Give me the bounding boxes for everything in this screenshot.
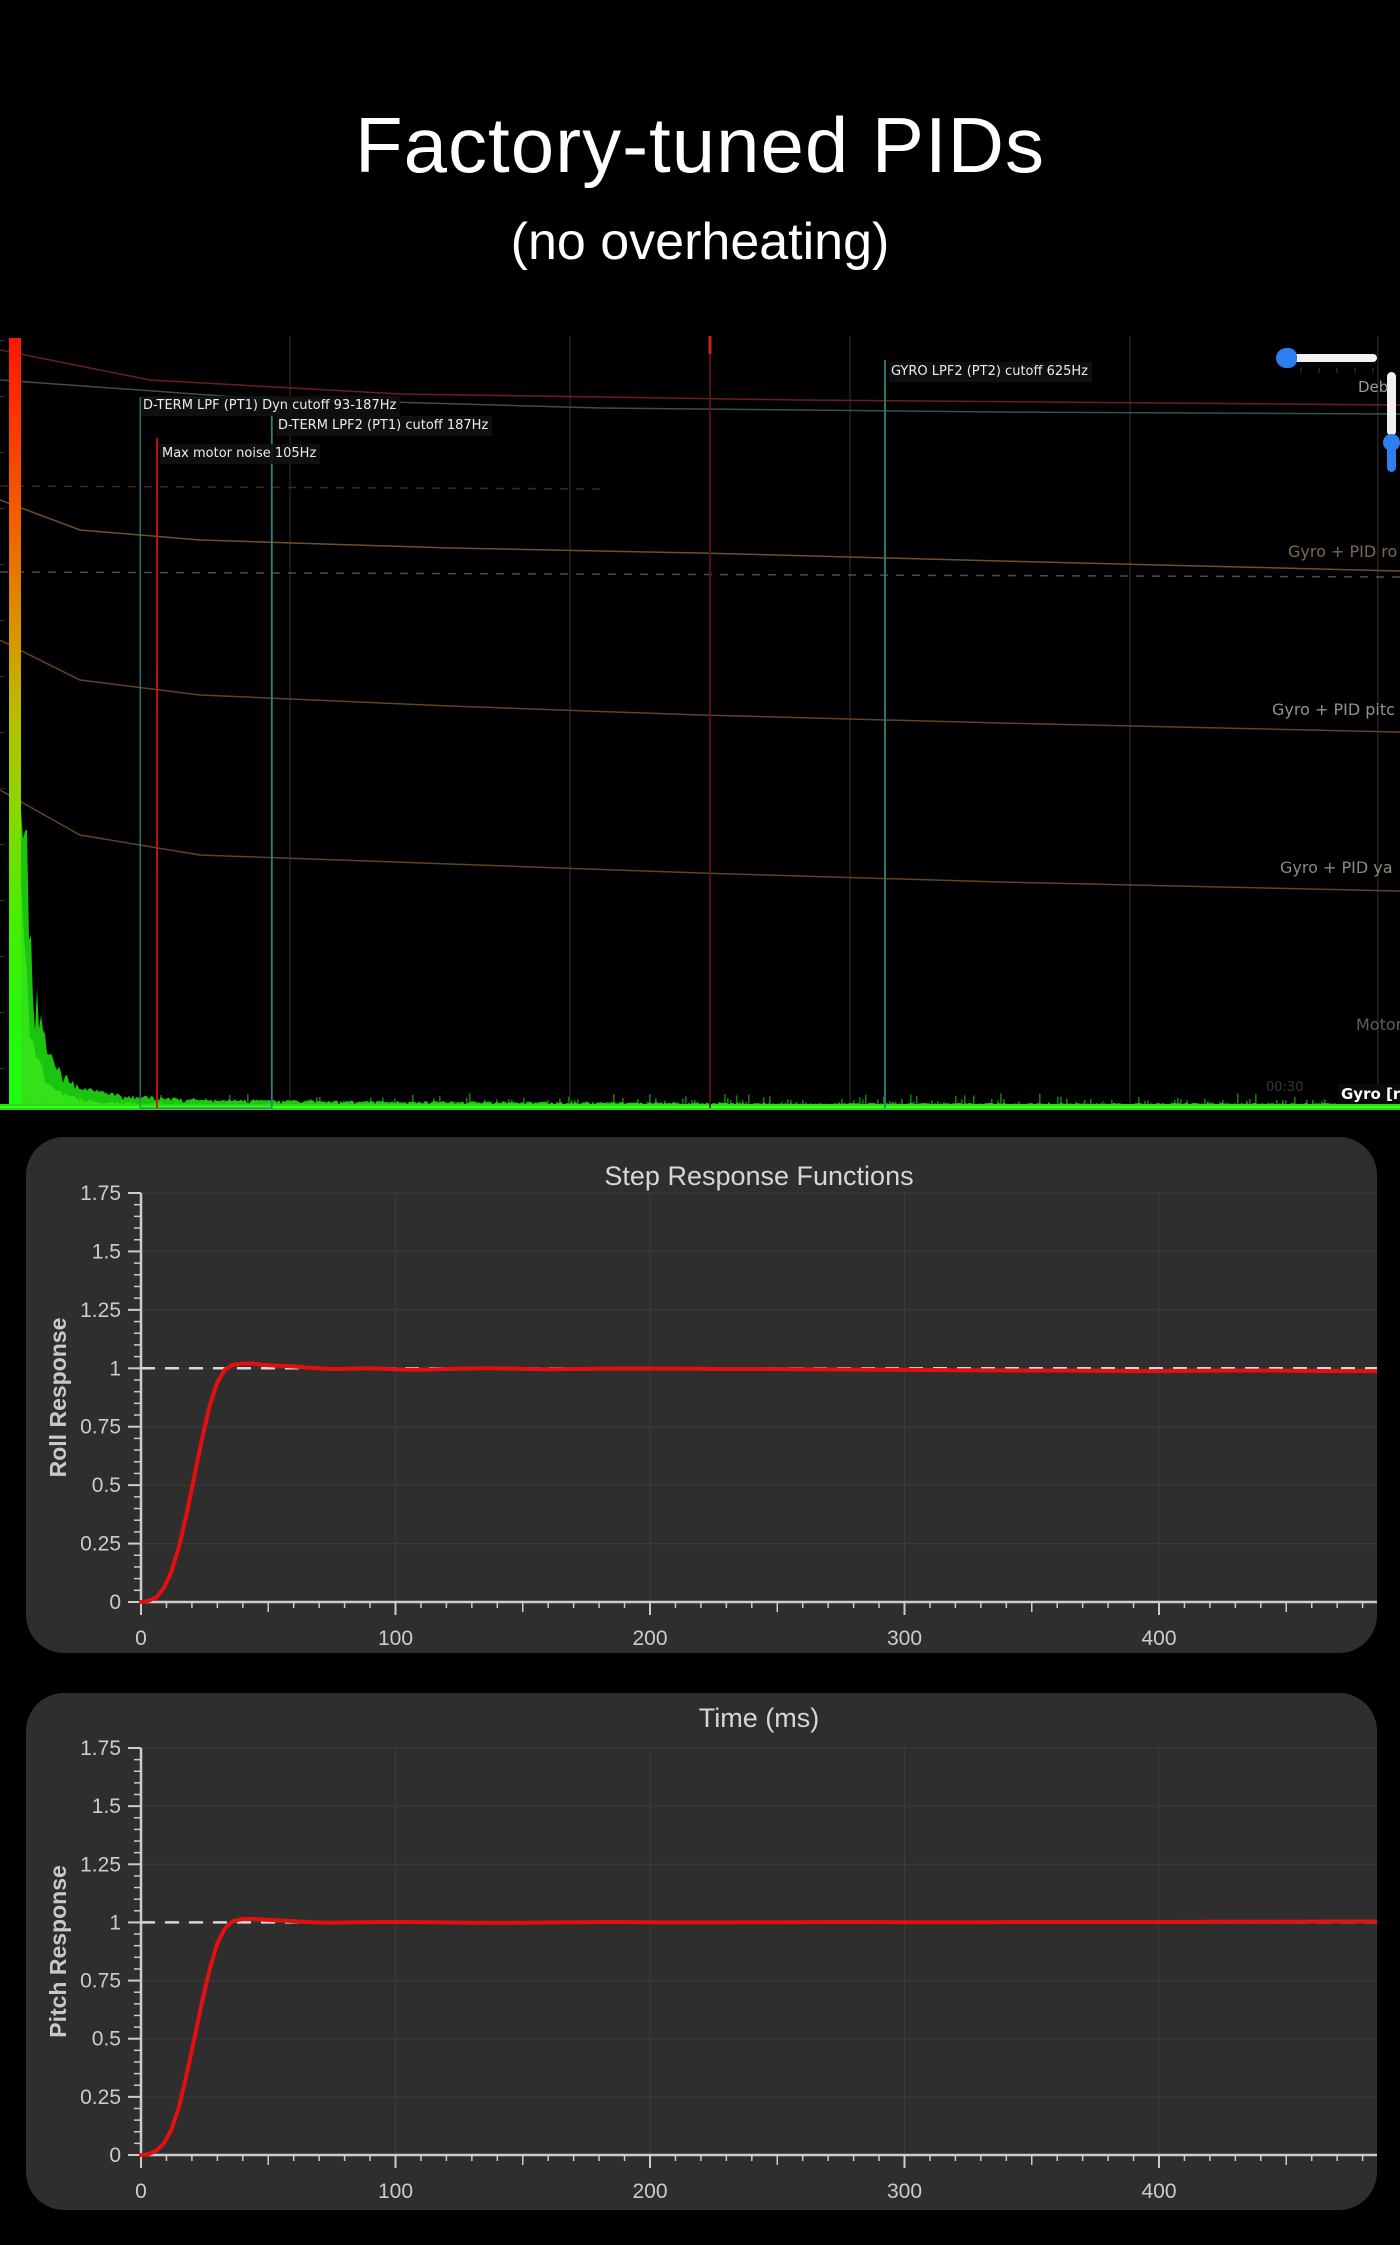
filter-cutoff-label: D-TERM LPF (PT1) Dyn cutoff 93-187Hz (141, 396, 400, 416)
y-tick-label: 0.25 (80, 1533, 121, 1556)
page-title: Factory-tuned PIDs (0, 100, 1400, 191)
y-tick-label: 0 (109, 2144, 121, 2167)
page: Factory-tuned PIDs (no overheating) D-TE… (0, 0, 1400, 2245)
trace-label: Gyro + PID pitc (1272, 700, 1395, 719)
y-tick-label: 0.5 (92, 2028, 121, 2051)
x-tick-label: 0 (135, 2180, 147, 2203)
trace-dashed-red (0, 486, 600, 489)
y-tick-label: 0.75 (80, 1416, 121, 1439)
x-tick-label: 100 (378, 1627, 413, 1650)
trace-label: Gyro + PID ya (1280, 858, 1393, 877)
spectrum-colorbar (9, 338, 21, 1110)
x-tick-label: 400 (1141, 2180, 1176, 2203)
filter-cutoff-label: GYRO LPF2 (PT2) cutoff 625Hz (889, 362, 1092, 382)
marker-range (140, 398, 272, 1108)
x-tick-label: 100 (378, 2180, 413, 2203)
y-tick-label: 1.5 (92, 1240, 121, 1263)
y-tick-label: 1.25 (80, 1853, 121, 1876)
vslider-track[interactable] (1387, 372, 1396, 436)
x-tick-label: 0 (135, 1627, 147, 1650)
y-tick-label: 1 (109, 1911, 121, 1934)
filter-cutoff-label: D-TERM LPF2 (PT1) cutoff 187Hz (276, 416, 492, 436)
x-tick-label: 300 (887, 2180, 922, 2203)
y-tick-label: 1.75 (80, 1182, 121, 1205)
pitch-step-response-panel: 0 0.25 0.5 0.75 1 1.25 1.5 1.75 0 100 200 300 400 Tim… (26, 1693, 1377, 2210)
y-tick-label: 0.75 (80, 1970, 121, 1993)
trace-label: Deb (1358, 378, 1388, 396)
trace-label: 00:30 (1266, 1080, 1303, 1095)
y-tick-label: 0.25 (80, 2086, 121, 2109)
x-tick-label: 200 (632, 1627, 667, 1650)
x-tick-label: 400 (1141, 1627, 1176, 1650)
y-tick-label: 1.75 (80, 1737, 121, 1760)
y-tick-label: 1.5 (92, 1795, 121, 1818)
slider-track[interactable] (1287, 354, 1377, 362)
x-tick-label: 300 (887, 1627, 922, 1650)
y-axis-label: Roll Response (45, 1318, 71, 1478)
trace-label: Gyro + PID ro (1288, 542, 1397, 561)
trace-gyro-roll (0, 500, 1400, 571)
trace-label: Gyro [roll] (1338, 1084, 1400, 1104)
chart-title: Step Response Functions (604, 1161, 913, 1191)
y-tick-label: 0 (109, 1591, 121, 1614)
y-tick-label: 1.25 (80, 1299, 121, 1322)
y-tick-label: 1 (109, 1357, 121, 1380)
y-axis-label: Pitch Response (45, 1865, 71, 2038)
pitch-step-response-plot: 0 0.25 0.5 0.75 1 1.25 1.5 1.75 0 100 200 300 400 Tim… (26, 1693, 1377, 2210)
x-tick-label: 200 (632, 2180, 667, 2203)
trace-dashed-gray (0, 572, 1400, 577)
roll-step-response-panel: 0 0.25 0.5 0.75 1 1.25 1.5 1.75 0 100 200 300 400 Ste… (26, 1137, 1377, 1653)
y-tick-label: 0.5 (92, 1474, 121, 1497)
vslider-thumb-stem[interactable] (1387, 442, 1396, 472)
slider-thumb[interactable] (1276, 348, 1297, 368)
chart-title: Time (ms) (699, 1703, 819, 1733)
trace-label: Motor (1356, 1015, 1400, 1034)
trace-gyro-yaw (0, 790, 1400, 891)
filter-cutoff-label: Max motor noise 105Hz (160, 444, 320, 464)
roll-step-response-plot: 0 0.25 0.5 0.75 1 1.25 1.5 1.75 0 100 200 300 400 Ste… (26, 1137, 1377, 1653)
step-response-curve (141, 1919, 1377, 2155)
trace-gyro-pitch (0, 640, 1400, 732)
step-response-curve (141, 1364, 1377, 1602)
slider-ticks (1300, 368, 1380, 373)
page-subtitle: (no overheating) (0, 212, 1400, 272)
noise-spectrum-panel: D-TERM LPF (PT1) Dyn cutoff 93-187HzD-TE… (0, 336, 1400, 1114)
